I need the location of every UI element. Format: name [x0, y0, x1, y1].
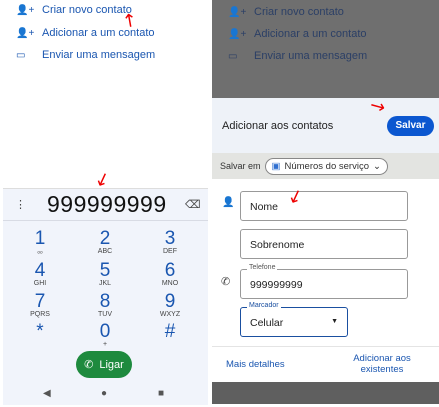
back-nav-icon[interactable]: ◀: [43, 388, 51, 399]
key-digit: 4: [34, 260, 46, 281]
person-add-icon: 👤+: [16, 27, 35, 39]
dialpad-key[interactable]: 6 MNO: [150, 261, 190, 288]
sheet-title: Adicionar aos contatos: [222, 120, 334, 132]
key-digit: 3: [164, 228, 176, 249]
key-digit: *: [36, 321, 44, 342]
dimmed-menu-overlay: 👤+ Criar novo contato 👤+ Adicionar a um co…: [212, 0, 439, 98]
phone-input[interactable]: Telefone 999999999: [240, 264, 408, 299]
more-details-link[interactable]: Mais detalhes: [226, 359, 285, 370]
person-icon: 👤: [222, 197, 235, 208]
label-select[interactable]: Marcador Celular ▼: [240, 302, 348, 337]
person-add-icon: 👤+: [228, 6, 247, 18]
dialpad-key[interactable]: 0 +: [85, 322, 125, 349]
dropdown-arrow-icon: ▼: [331, 318, 338, 325]
dialpad-key[interactable]: 4 GHI: [20, 261, 60, 288]
key-letters: ₒₒ: [37, 248, 43, 255]
call-button[interactable]: ✆ Ligar: [76, 351, 132, 378]
key-digit: 8: [99, 291, 111, 312]
key-digit: 2: [99, 228, 111, 249]
key-digit: 6: [164, 260, 176, 281]
dialpad-key[interactable]: 2 ABC: [85, 229, 125, 256]
key-letters: WXYZ: [159, 311, 181, 318]
person-add-icon: 👤+: [16, 4, 35, 16]
dialpad-key[interactable]: *: [20, 322, 60, 341]
phone-icon: ✆: [84, 359, 94, 371]
dialpad-key[interactable]: 5 JKL: [85, 261, 125, 288]
add-contact-screen: 👤+ Criar novo contato 👤+ Adicionar a um co…: [212, 0, 439, 407]
system-nav-bar: [212, 382, 439, 404]
key-digit: 7: [34, 291, 46, 312]
divider: [212, 346, 439, 347]
key-digit: 5: [99, 260, 111, 281]
menu-send-message[interactable]: ▭ Enviar uma mensagem: [16, 49, 155, 61]
backspace-icon[interactable]: ⌫: [185, 198, 201, 211]
dialed-number: 999999999: [47, 191, 167, 217]
key-digit: 9: [164, 291, 176, 312]
key-digit: #: [164, 321, 176, 342]
person-add-icon: 👤+: [228, 28, 247, 40]
key-letters: DEF: [163, 248, 177, 255]
message-icon: ▭: [228, 50, 238, 62]
message-icon: ▭: [16, 49, 26, 61]
dialpad-key[interactable]: 7 PQRS: [20, 292, 60, 319]
save-location-row: Salvar em ▣ Números do serviço ⌄: [212, 153, 439, 179]
recents-nav-icon[interactable]: ■: [158, 388, 164, 399]
key-digit: 0: [99, 321, 111, 342]
menu-send-message: ▭ Enviar uma mensagem: [228, 50, 368, 62]
dialpad: ⋮ 999999999 ⌫ ↙ 1 ₒₒ 2 ABC 3 DEF 4 GHI 5 JKL 6 MNO 7…: [3, 167, 208, 405]
annotation-arrow: ↘: [365, 93, 389, 119]
key-letters: PQRS: [30, 311, 50, 318]
menu-create-contact[interactable]: 👤+ Criar novo contato: [16, 4, 132, 16]
sheet-header: Adicionar aos contatos Salvar ↘: [212, 94, 439, 153]
last-name-input[interactable]: Sobrenome: [240, 229, 408, 259]
home-nav-icon[interactable]: ●: [101, 388, 107, 399]
key-letters: TUV: [98, 311, 112, 318]
save-button[interactable]: Salvar: [387, 116, 434, 136]
dialpad-key[interactable]: 8 TUV: [85, 292, 125, 319]
menu-add-to-contact: 👤+ Adicionar a um contato: [228, 28, 367, 40]
key-letters: MNO: [161, 280, 179, 287]
key-letters: JKL: [98, 280, 112, 287]
menu-create-contact: 👤+ Criar novo contato: [228, 6, 344, 18]
dialer-screen: 👤+ Criar novo contato 👤+ Adicionar a um co…: [0, 0, 210, 407]
dialpad-key[interactable]: #: [150, 322, 190, 341]
add-contact-sheet: Adicionar aos contatos Salvar ↘ Salvar e…: [212, 94, 439, 382]
number-display: ⋮ 999999999 ⌫: [3, 189, 208, 221]
first-name-input[interactable]: Nome: [240, 191, 408, 221]
key-letters: GHI: [33, 280, 47, 287]
phone-icon: ✆: [221, 276, 231, 288]
more-options-icon[interactable]: ⋮: [15, 198, 26, 211]
dialpad-key[interactable]: 1 ₒₒ: [20, 229, 60, 256]
add-to-existing-link[interactable]: Adicionar aos existentes: [342, 353, 422, 375]
menu-add-to-contact[interactable]: 👤+ Adicionar a um contato: [16, 27, 155, 39]
account-selector[interactable]: ▣ Números do serviço ⌄: [264, 157, 388, 175]
key-letters: +: [102, 341, 108, 348]
key-digit: 1: [34, 228, 46, 249]
dialpad-key[interactable]: 3 DEF: [150, 229, 190, 256]
account-icon: ▣: [271, 160, 281, 172]
dialpad-key[interactable]: 9 WXYZ: [150, 292, 190, 319]
key-letters: ABC: [97, 248, 113, 255]
chevron-down-icon: ⌄: [372, 160, 381, 172]
